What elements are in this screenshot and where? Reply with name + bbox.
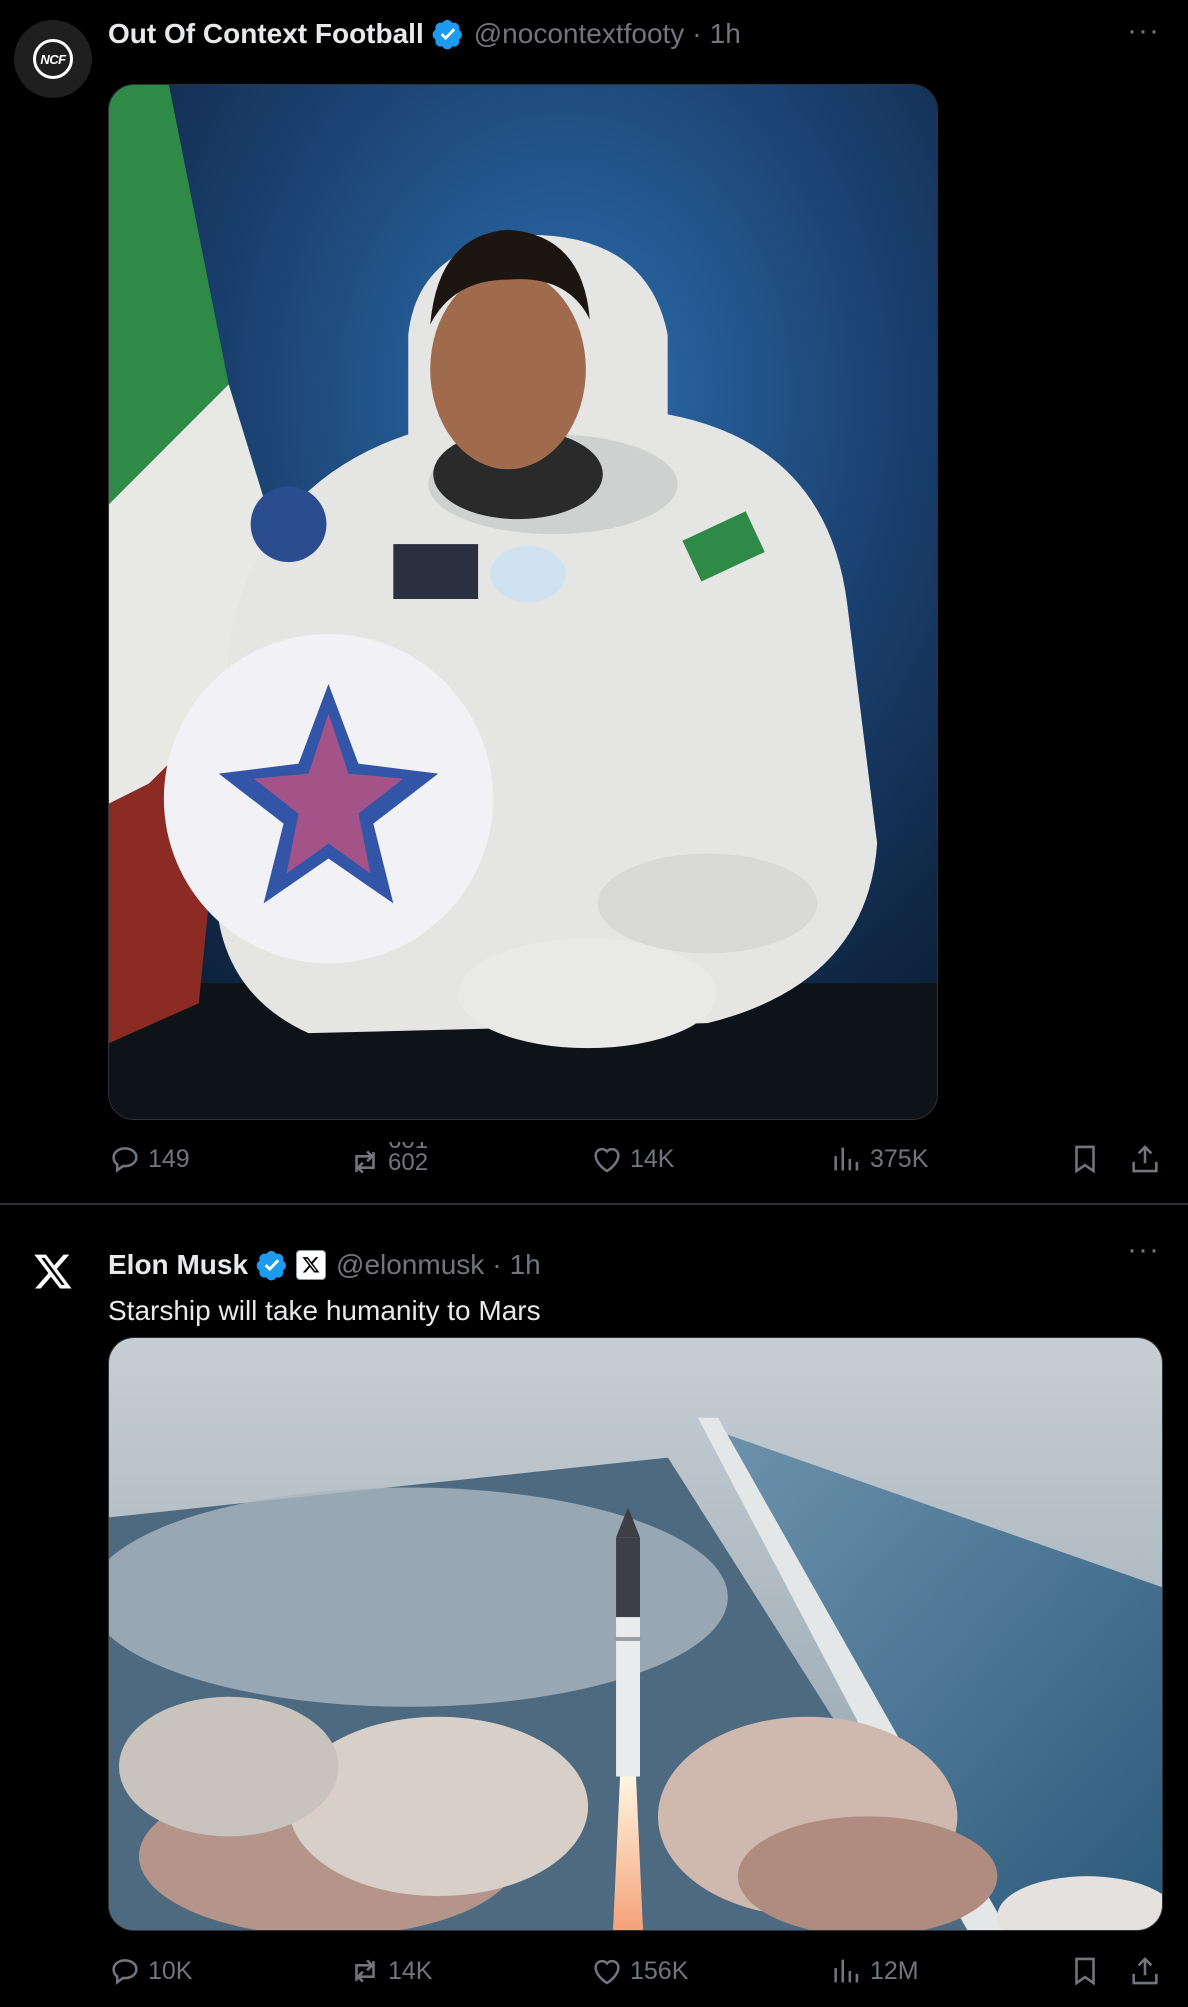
- heart-icon: [594, 1147, 620, 1173]
- views-button[interactable]: 12M: [830, 1954, 919, 1988]
- retweet-count-next: 602: [388, 1149, 429, 1176]
- like-button[interactable]: 14K: [590, 1142, 674, 1176]
- retweet-button[interactable]: 601 602: [348, 1142, 428, 1182]
- more-options-button[interactable]: ···: [1127, 14, 1160, 48]
- share-icon: [1132, 1957, 1158, 1985]
- rocket-launch-photo-icon: [109, 1338, 1162, 1930]
- author-avatar[interactable]: NCF: [14, 20, 92, 98]
- bookmark-icon: [1075, 1145, 1095, 1174]
- tweet-actions: 10K 14K 156K 12M: [108, 1954, 1164, 1994]
- tweet-time[interactable]: 1h: [710, 18, 741, 50]
- retweet-count: 14K: [388, 1956, 433, 1985]
- bookmark-button[interactable]: [1068, 1142, 1108, 1176]
- like-count: 156K: [630, 1956, 689, 1985]
- tweet-image[interactable]: [108, 84, 938, 1120]
- retweet-icon: [355, 1959, 375, 1983]
- reply-count: 10K: [148, 1956, 193, 1985]
- reply-button[interactable]: 149: [108, 1142, 190, 1176]
- tweet-actions: 149 601 602 14K 375K: [108, 1142, 1164, 1182]
- author-handle[interactable]: @elonmusk: [336, 1249, 484, 1281]
- more-options-button[interactable]: ···: [1127, 1233, 1160, 1267]
- bookmark-button[interactable]: [1068, 1954, 1108, 1988]
- tweet-card[interactable]: Elon Musk @elonmusk · 1h ··· Starship wi…: [0, 1205, 1188, 2007]
- share-button[interactable]: [1128, 1142, 1168, 1176]
- reply-icon: [112, 1959, 138, 1985]
- tweet-text: Starship will take humanity to Mars: [108, 1295, 541, 1326]
- verified-badge-icon: [432, 20, 462, 50]
- author-name[interactable]: Out Of Context Football: [108, 18, 424, 50]
- views-chart-icon: [834, 1147, 859, 1171]
- views-chart-icon: [834, 1959, 859, 1983]
- author-name[interactable]: Elon Musk: [108, 1249, 248, 1281]
- separator-dot: ·: [692, 18, 702, 49]
- views-count: 12M: [870, 1956, 919, 1985]
- like-count: 14K: [630, 1144, 675, 1173]
- author-avatar[interactable]: [14, 1233, 92, 1311]
- separator-dot: ·: [492, 1249, 502, 1280]
- bookmark-icon: [1075, 1957, 1095, 1986]
- reply-icon: [112, 1147, 138, 1173]
- views-button[interactable]: 375K: [830, 1142, 928, 1176]
- reply-count: 149: [148, 1144, 190, 1173]
- retweet-button[interactable]: 14K: [348, 1954, 432, 1988]
- author-handle[interactable]: @nocontextfooty: [474, 18, 685, 50]
- tweet-card[interactable]: NCF Out Of Context Football @nocontextfo…: [0, 0, 1188, 1205]
- share-icon: [1132, 1145, 1158, 1173]
- reply-button[interactable]: 10K: [108, 1954, 192, 1988]
- tweet-header: Elon Musk @elonmusk · 1h: [108, 1249, 541, 1281]
- tweet-header: Out Of Context Football @nocontextfooty …: [108, 18, 741, 50]
- views-count: 375K: [870, 1144, 929, 1173]
- x-logo-icon: [34, 1254, 72, 1289]
- tweet-time[interactable]: 1h: [510, 1249, 541, 1281]
- like-button[interactable]: 156K: [590, 1954, 688, 1988]
- ncf-logo-icon: NCF: [33, 39, 73, 79]
- retweet-count-animating: 601 602: [388, 1142, 428, 1182]
- share-button[interactable]: [1128, 1954, 1168, 1988]
- tweet-image[interactable]: [108, 1337, 1163, 1931]
- astronaut-photo-icon: [109, 85, 937, 1119]
- heart-icon: [594, 1959, 620, 1985]
- verified-badge-icon: [256, 1251, 287, 1281]
- retweet-icon: [355, 1150, 375, 1174]
- x-affiliate-icon[interactable]: [296, 1250, 327, 1280]
